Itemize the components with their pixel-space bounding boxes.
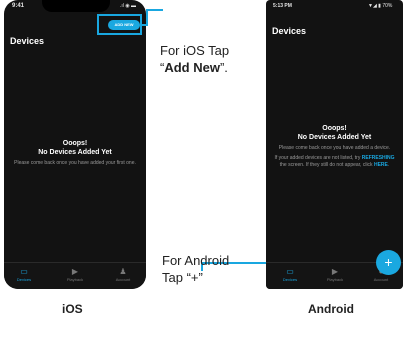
camera-icon: ▭ <box>286 267 294 276</box>
ios-tab-devices[interactable]: ▭ Devices <box>4 267 44 282</box>
ios-page-title: Devices <box>10 36 45 46</box>
android-empty-body-2: If your added devices are not listed, tr… <box>274 155 395 168</box>
ios-tab-playback[interactable]: ▶ Playback <box>55 267 95 282</box>
android-empty-state: Ooops! No Devices Added Yet Please come … <box>274 124 395 169</box>
android-screenshot: 5:13 PM ▼◢ ▮ 70% Devices Ooops! No Devic… <box>266 0 403 289</box>
android-page-title: Devices <box>272 26 307 36</box>
android-empty-title-1: Ooops! <box>322 125 347 132</box>
play-icon: ▶ <box>71 267 79 276</box>
ios-empty-title-2: No Devices Added Yet <box>38 149 112 156</box>
ios-empty-title-1: Ooops! <box>62 140 88 147</box>
ios-connector-vertical <box>146 9 148 26</box>
person-icon: ♟ <box>119 267 127 276</box>
ios-time: 9:41 <box>12 3 25 9</box>
here-link[interactable]: HERE <box>374 162 388 168</box>
ios-status-icons: .ıl ◉ ▬ <box>120 3 137 9</box>
android-tab-devices[interactable]: ▭ Devices <box>270 267 310 282</box>
camera-icon: ▭ <box>20 267 28 276</box>
android-tab-playback[interactable]: ▶ Playback <box>315 267 355 282</box>
android-instruction: For Android Tap “+” <box>162 253 230 285</box>
ios-screenshot: 9:41 .ıl ◉ ▬ Devices ADD NEW Ooops! No D… <box>4 0 146 289</box>
android-status-icons: ▼◢ ▮ 70% <box>368 3 393 9</box>
android-empty-title-2: No Devices Added Yet <box>297 134 372 141</box>
refreshing-link[interactable]: REFRESHING <box>362 155 395 161</box>
android-empty-body-1: Please come back once you have added a d… <box>278 145 391 151</box>
ios-tab-account[interactable]: ♟ Account <box>103 267 143 282</box>
play-icon: ▶ <box>331 267 339 276</box>
ios-empty-state: Ooops! No Devices Added Yet Please come … <box>14 139 136 167</box>
add-new-highlight <box>97 14 142 35</box>
notch <box>42 0 110 12</box>
android-caption: Android <box>308 302 354 316</box>
ios-empty-body: Please come back once you have added you… <box>14 160 136 166</box>
android-add-fab[interactable]: + <box>376 250 401 275</box>
ios-tab-bar: ▭ Devices ▶ Playback ♟ Account <box>4 262 146 289</box>
ios-instruction: For iOS Tap “Add New”. <box>160 43 230 75</box>
android-time: 5:13 PM <box>273 3 292 9</box>
ios-caption: iOS <box>62 302 83 316</box>
ios-connector-top <box>146 9 163 11</box>
